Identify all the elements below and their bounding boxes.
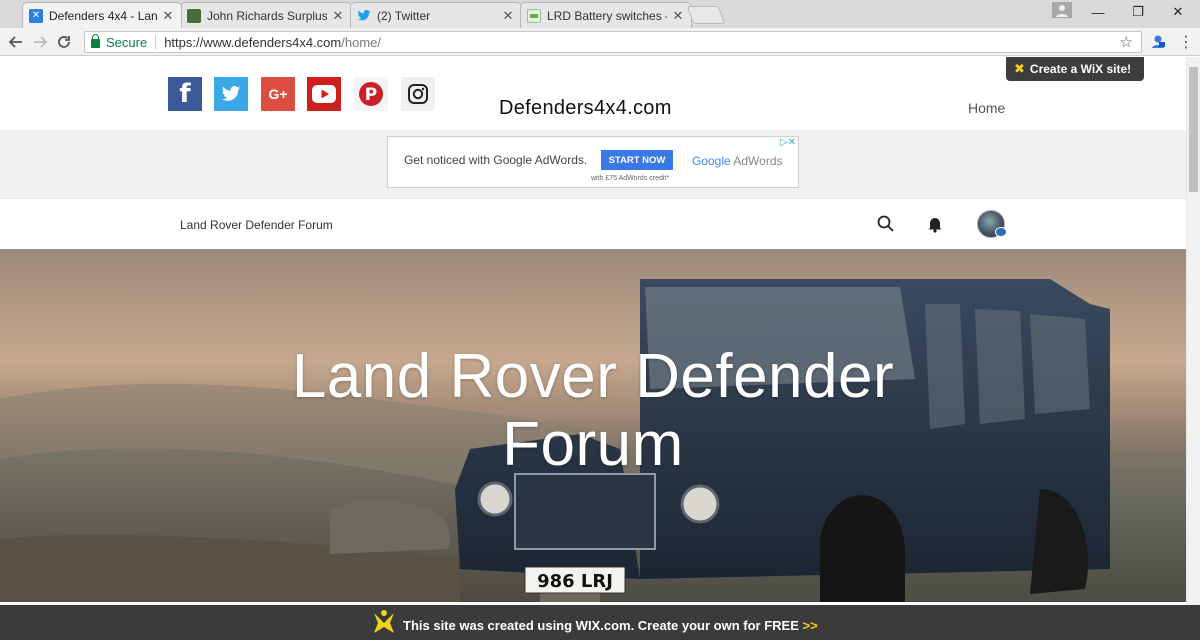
wix-promo-footer[interactable]: This site was created using WIX.com. Cre… xyxy=(0,605,1200,640)
close-window-button[interactable]: ✕ xyxy=(1158,0,1198,24)
bell-icon[interactable] xyxy=(924,213,946,235)
wix-footer-text: This site was created using WIX.com. Cre… xyxy=(403,618,818,633)
tab-twitter[interactable]: (2) Twitter ✕ xyxy=(350,2,522,28)
restore-button[interactable]: ❐ xyxy=(1118,0,1158,24)
forward-icon[interactable] xyxy=(30,32,50,52)
hero-title-line1: Land Rover Defender xyxy=(291,342,895,411)
ad-choices-icon[interactable]: ▷✕ xyxy=(780,137,796,148)
back-icon[interactable] xyxy=(6,32,26,52)
twitter-icon[interactable] xyxy=(214,77,248,111)
adwords-banner[interactable]: Get noticed with Google AdWords. START N… xyxy=(387,136,799,188)
search-icon[interactable] xyxy=(875,213,897,235)
nav-home-link[interactable]: Home xyxy=(968,100,1005,116)
minimize-button[interactable]: — xyxy=(1078,0,1118,24)
hero-title: Land Rover Defender Forum xyxy=(0,343,1186,479)
profile-icon[interactable] xyxy=(1052,2,1072,18)
svg-text:P: P xyxy=(365,85,377,105)
url-path: /home/ xyxy=(341,34,381,50)
google-plus-icon[interactable]: G+ xyxy=(261,77,295,111)
hero-title-line2: Forum xyxy=(502,410,684,479)
wix-x-icon: ✕ xyxy=(29,8,43,23)
ad-subtext: with £75 AdWords credit* xyxy=(591,175,670,182)
create-wix-site-badge[interactable]: ✖ Create a WiX site! xyxy=(1006,57,1144,81)
tab-title: (2) Twitter xyxy=(377,8,431,23)
wix-x-icon: ✖ xyxy=(1014,61,1025,76)
secure-indicator[interactable]: Secure xyxy=(85,33,147,50)
tab-close-icon[interactable]: ✕ xyxy=(161,8,175,24)
tab-title: LRD Battery switches – Li xyxy=(547,8,667,23)
instagram-icon[interactable] xyxy=(401,77,435,111)
tab-close-icon[interactable]: ✕ xyxy=(501,8,515,24)
pinterest-icon[interactable]: P xyxy=(354,77,388,111)
extension-icon[interactable] xyxy=(1150,33,1166,49)
lock-icon xyxy=(91,33,100,48)
start-now-button[interactable]: START NOW xyxy=(601,150,673,170)
tab-john-richards[interactable]: John Richards Surplus Ex ✕ xyxy=(180,2,352,28)
ad-strip: Get noticed with Google AdWords. START N… xyxy=(0,130,1186,198)
green-square-icon xyxy=(187,8,201,23)
site-title[interactable]: Defenders4x4.com xyxy=(499,97,672,120)
forum-breadcrumb[interactable]: Land Rover Defender Forum xyxy=(180,218,333,232)
tab-strip: ✕ Defenders 4x4 - Land Ro ✕ John Richard… xyxy=(0,0,1200,28)
wix-badge-label: Create a WiX site! xyxy=(1029,62,1132,76)
reload-icon[interactable] xyxy=(54,32,74,52)
youtube-icon[interactable] xyxy=(307,77,341,111)
tab-lrd-battery[interactable]: LRD Battery switches – Li ✕ xyxy=(520,2,692,28)
license-plate: 986 LRJ xyxy=(537,571,613,592)
address-bar[interactable]: Secure https:// www.defenders4x4.com /ho… xyxy=(84,31,1142,53)
url-host: www.defenders4x4.com xyxy=(203,34,342,50)
tab-title: John Richards Surplus Ex xyxy=(207,8,327,23)
browser-menu-icon[interactable]: ⋮ xyxy=(1178,32,1194,52)
twitter-bird-icon xyxy=(357,9,371,23)
new-tab-button[interactable] xyxy=(686,6,726,24)
ad-text: Get noticed with Google AdWords. xyxy=(404,153,588,167)
wix-star-icon xyxy=(374,610,394,633)
divider xyxy=(155,35,157,49)
tab-close-icon[interactable]: ✕ xyxy=(331,8,345,24)
lrd-icon xyxy=(527,8,541,23)
scroll-thumb[interactable] xyxy=(1189,67,1198,192)
vertical-scrollbar[interactable] xyxy=(1186,57,1200,640)
tab-title: Defenders 4x4 - Land Ro xyxy=(49,8,157,23)
tab-close-icon[interactable]: ✕ xyxy=(671,8,685,24)
adwords-logo: Google AdWords xyxy=(692,154,783,168)
browser-toolbar: Secure https:// www.defenders4x4.com /ho… xyxy=(0,28,1200,56)
forum-nav-bar: Land Rover Defender Forum xyxy=(0,198,1186,250)
url-scheme: https:// xyxy=(164,34,204,50)
hero-banner: 986 LRJ Land Rover Defender Forum xyxy=(0,249,1186,602)
page-viewport: f G+ P Defenders4x4.com Home ✖ Create a … xyxy=(0,57,1186,640)
bookmark-star-icon[interactable]: ☆ xyxy=(1120,33,1133,51)
avatar-status-badge xyxy=(995,227,1007,237)
facebook-icon[interactable]: f xyxy=(168,77,202,111)
tab-defenders[interactable]: ✕ Defenders 4x4 - Land Ro ✕ xyxy=(22,2,182,28)
